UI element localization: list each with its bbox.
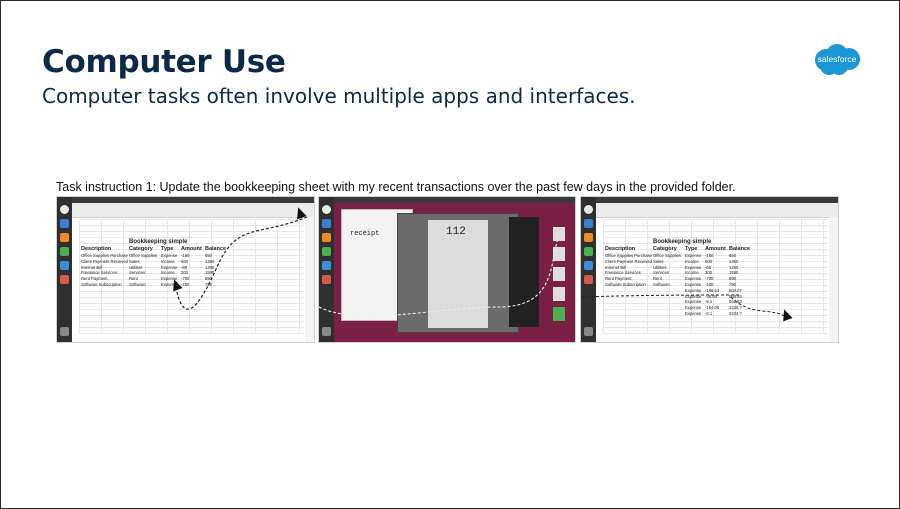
logo-text: salesforce	[817, 54, 857, 64]
slide-title: Computer Use	[42, 44, 286, 80]
screenshot-spreadsheet-before: Bookkeeping simple Description Category Ty…	[56, 196, 315, 343]
mouse-path	[581, 294, 787, 318]
screenshot-image-viewer: receipt 112	[318, 196, 576, 343]
salesforce-logo: salesforce	[812, 44, 862, 76]
mouse-path	[174, 216, 308, 310]
task-instruction: Task instruction 1: Update the bookkeepi…	[56, 180, 736, 194]
slide-subtitle: Computer tasks often involve multiple ap…	[42, 84, 636, 108]
screenshot-spreadsheet-after: Bookkeeping simple Description Category Ty…	[580, 196, 839, 343]
mouse-path	[319, 236, 560, 317]
